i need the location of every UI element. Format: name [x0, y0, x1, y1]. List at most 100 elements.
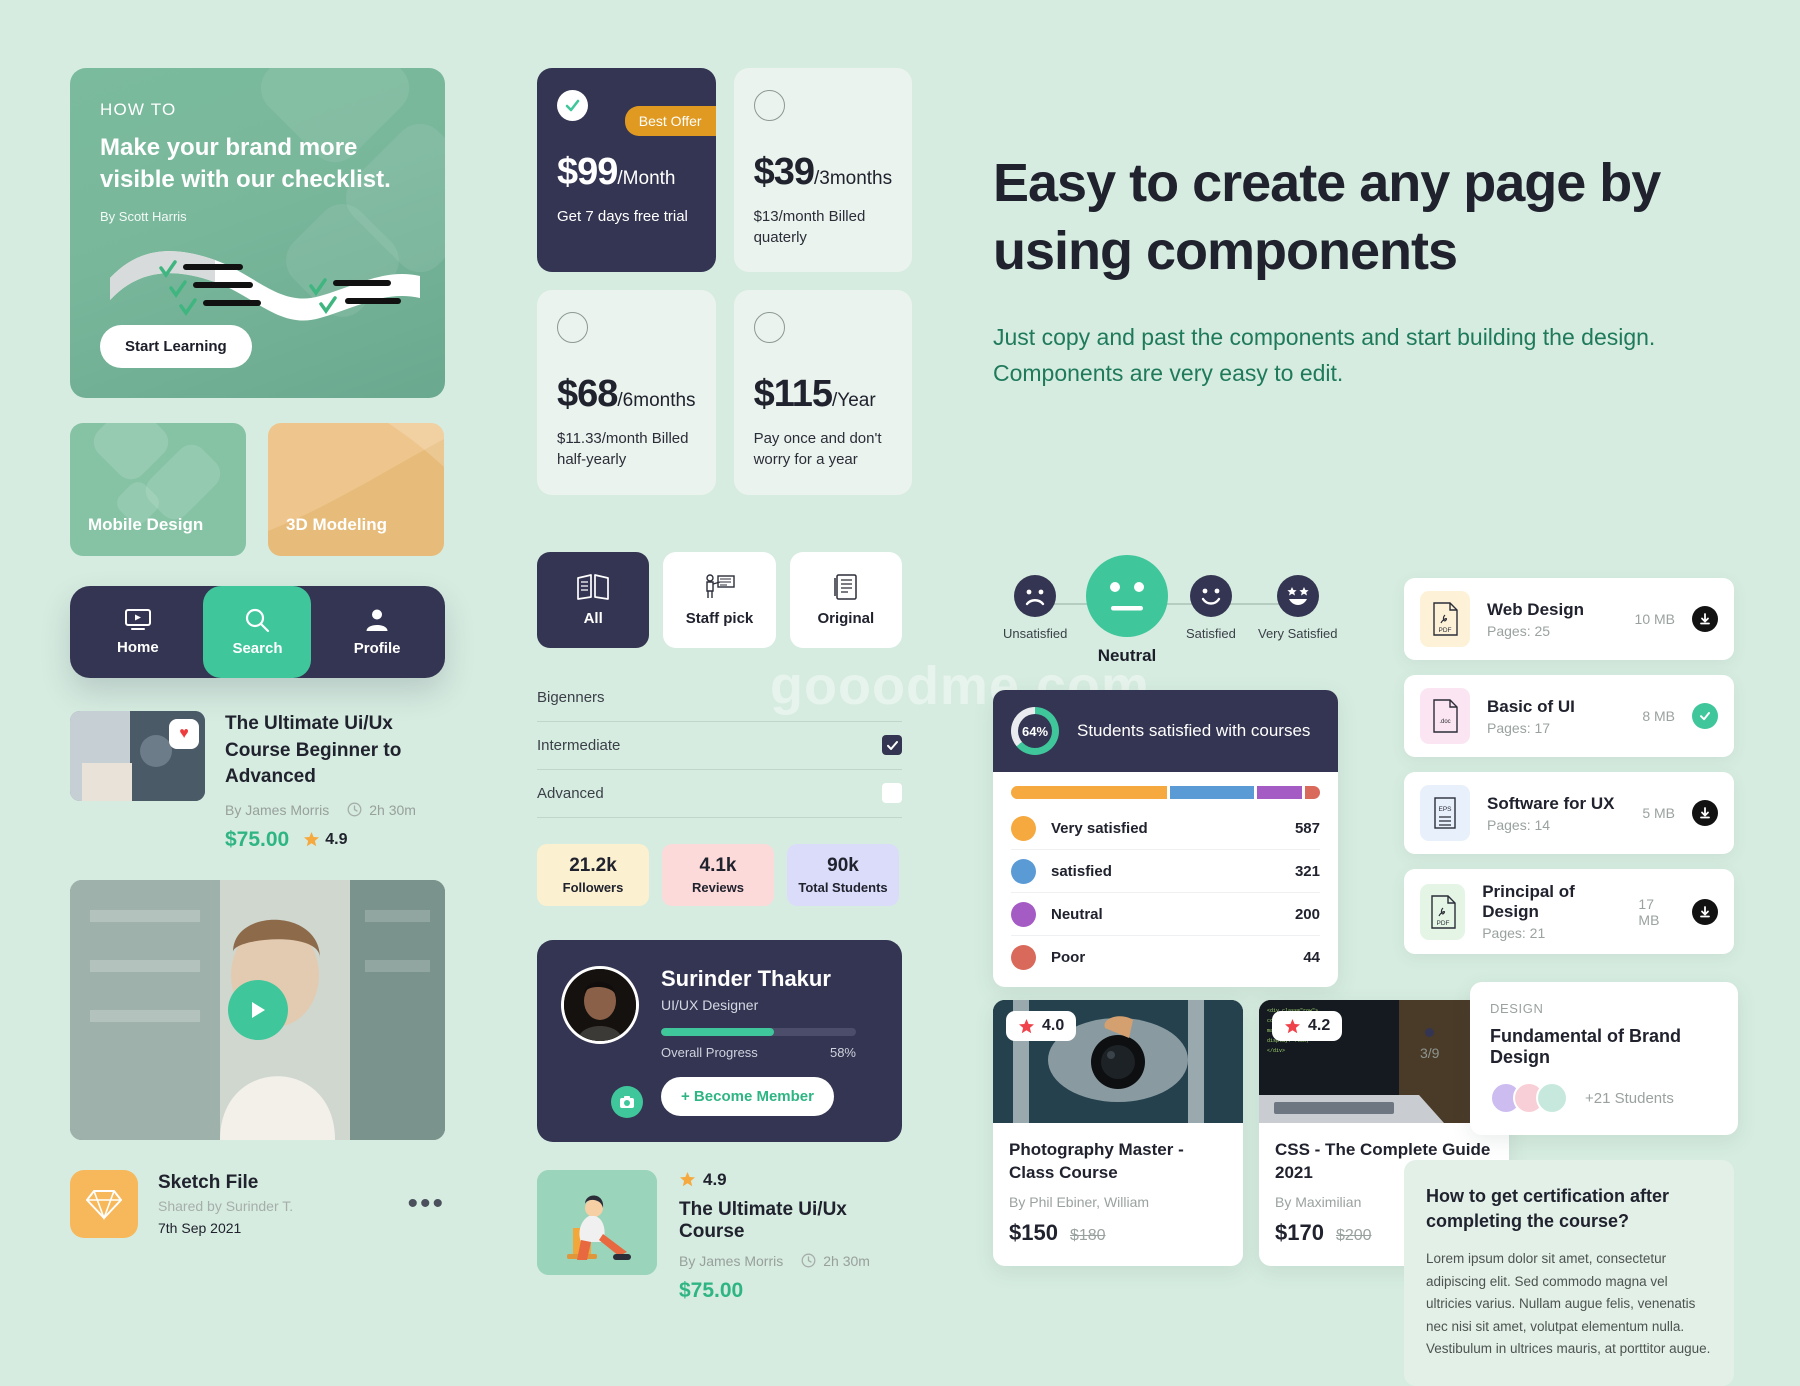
progress-value: 58%	[829, 1044, 856, 1060]
checkbox-intermediate[interactable]	[882, 735, 902, 756]
document-row-basic-of-ui[interactable]: .doc Basic of UI Pages: 17 8 MB	[1404, 675, 1734, 757]
smiley-very-satisfied[interactable]: Very Satisfied	[1258, 575, 1338, 641]
search-icon	[246, 608, 270, 633]
svg-text:</div>: </div>	[1267, 1048, 1285, 1054]
download-icon[interactable]	[1692, 898, 1718, 925]
document-size: 10 MB	[1634, 611, 1675, 627]
tab-original[interactable]: Original	[789, 551, 902, 648]
course-card-rating: 4.2	[1272, 1011, 1343, 1041]
svg-text:PDF: PDF	[1436, 920, 1449, 927]
filter-row-intermediate[interactable]: Intermediate	[537, 722, 902, 770]
change-photo-button[interactable]	[611, 1085, 643, 1118]
avatar-photo	[564, 968, 636, 1041]
price-card-3months[interactable]: $39/3months $13/month Billed quaterly	[733, 68, 913, 273]
row-value: 44	[1303, 949, 1320, 966]
download-icon[interactable]	[1692, 606, 1718, 632]
stat-label: Followers	[562, 879, 624, 895]
smiley-satisfied[interactable]: Satisfied	[1186, 575, 1236, 641]
checkbox-advanced[interactable]	[882, 783, 902, 804]
course-list-item[interactable]: ♥ The Ultimate Ui/Ux Course Beginner to …	[70, 711, 445, 852]
download-glyph	[1700, 807, 1710, 819]
document-info: Software for UX Pages: 14	[1487, 794, 1615, 833]
price-unit: /Month	[617, 168, 676, 189]
stat-total-students: 90k Total Students	[787, 843, 899, 906]
tab-label: Staff pick	[685, 609, 754, 627]
mini-course-meta: By James Morris 2h 30m	[679, 1253, 902, 1269]
percent-value: 64%	[1018, 714, 1052, 748]
course-card-photography[interactable]: 4.0 Photography Master - Class Course By…	[993, 1000, 1243, 1266]
eps-glyph: EPS	[1434, 797, 1456, 829]
nav-item-home[interactable]: Home	[84, 586, 192, 678]
tile-3d-modeling[interactable]: 3D Modeling	[268, 423, 444, 556]
start-learning-button[interactable]: Start Learning	[100, 325, 252, 368]
download-icon[interactable]	[1692, 800, 1718, 826]
segmented-control: All Staff pick Original	[537, 551, 902, 648]
mini-course-author: By James Morris	[679, 1252, 784, 1269]
price-note: Pay once and don't worry for a year	[753, 430, 882, 469]
hero-card[interactable]: HOW TO Make your brand more visible with…	[70, 68, 445, 398]
avatar-group	[1490, 1082, 1568, 1114]
tab-staff-pick[interactable]: Staff pick	[663, 551, 776, 648]
file-overflow-menu-icon[interactable]: •••	[407, 1188, 445, 1218]
tile-label: 3D Modeling	[286, 515, 388, 535]
mini-course-rating-value: 4.9	[703, 1169, 727, 1189]
frown-glyph	[1025, 589, 1045, 606]
faq-card: How to get certification after completin…	[1404, 1160, 1734, 1386]
frown-icon	[1014, 575, 1057, 617]
video-card[interactable]	[70, 879, 445, 1140]
course-card-title: Photography Master - Class Course	[1009, 1140, 1184, 1183]
star-eyes-glyph	[1287, 587, 1309, 605]
column-middle: Best Offer $99/Month Get 7 days free tri…	[537, 68, 913, 1303]
stat-cards: 21.2k Followers 4.1k Reviews 90k Total S…	[537, 843, 902, 906]
play-button[interactable]	[227, 979, 288, 1040]
mini-duration-wrap: 2h 30m	[801, 1253, 870, 1269]
course-info: The Ultimate Ui/Ux Course Beginner to Ad…	[225, 711, 445, 852]
sketch-file-row[interactable]: Sketch File Shared by Surinder T. 7th Se…	[70, 1169, 445, 1238]
price-radio-selected[interactable]	[557, 90, 588, 121]
brand-design-card[interactable]: DESIGN Fundamental of Brand Design +21 S…	[1470, 982, 1738, 1135]
mini-course-item[interactable]: 4.9 The Ultimate Ui/Ux Course By James M…	[537, 1169, 902, 1303]
check-glyph	[1700, 712, 1710, 721]
become-member-button[interactable]: + Become Member	[661, 1076, 834, 1116]
price-card-monthly[interactable]: Best Offer $99/Month Get 7 days free tri…	[537, 68, 716, 273]
filter-row-advanced[interactable]: Advanced	[537, 770, 902, 818]
document-name: Software for UX	[1487, 793, 1615, 813]
price-note: $11.33/month Billed half-yearly	[557, 430, 689, 469]
course-card-old-price: $200	[1335, 1226, 1372, 1244]
price-radio[interactable]	[753, 90, 785, 121]
course-card-price: $170	[1275, 1219, 1324, 1245]
pager-dot[interactable]	[1425, 1028, 1435, 1037]
price-radio[interactable]	[753, 312, 785, 344]
bar-segment-poor	[1305, 786, 1320, 799]
smiley-neutral[interactable]: Neutral	[1086, 555, 1168, 666]
filter-row-beginners[interactable]: Bigenners	[537, 674, 902, 722]
course-thumbnail: ♥	[70, 711, 205, 801]
price-amount: $99/Month	[557, 151, 696, 194]
tab-all[interactable]: All	[537, 551, 650, 648]
check-icon[interactable]	[1692, 703, 1718, 729]
price-card-6months[interactable]: $68/6months $11.33/month Billed half-yea…	[537, 290, 716, 495]
document-size: 5 MB	[1642, 805, 1675, 821]
star-icon	[304, 832, 320, 847]
document-row-principal-of-design[interactable]: PDF Principal of Design Pages: 21 17 MB	[1404, 869, 1734, 954]
document-row-software-for-ux[interactable]: EPS Software for UX Pages: 14 5 MB	[1404, 772, 1734, 854]
nav-item-search[interactable]: Search	[203, 586, 312, 678]
price-radio[interactable]	[557, 312, 588, 344]
row-label: Neutral	[1051, 905, 1103, 923]
price-card-yearly[interactable]: $115/Year Pay once and don't worry for a…	[733, 290, 913, 495]
check-icon	[565, 99, 580, 112]
price-unit: /Year	[832, 390, 876, 412]
documents-list: PDF Web Design Pages: 25 10 MB .doc Basi…	[1404, 578, 1734, 969]
favorite-heart-icon[interactable]: ♥	[169, 719, 199, 749]
mini-course-title: The Ultimate Ui/Ux Course	[679, 1198, 847, 1242]
tab-label: Original	[817, 609, 875, 627]
tile-mobile-design[interactable]: Mobile Design	[70, 423, 246, 556]
document-row-web-design[interactable]: PDF Web Design Pages: 25 10 MB	[1404, 578, 1734, 660]
row-label: Very satisfied	[1051, 819, 1148, 837]
stat-reviews: 4.1k Reviews	[662, 843, 774, 906]
svg-text:.doc: .doc	[1439, 719, 1450, 725]
document-pages: Pages: 17	[1487, 719, 1551, 736]
avatar	[1536, 1082, 1568, 1114]
smiley-unsatisfied[interactable]: Unsatisfied	[1003, 575, 1067, 641]
nav-item-profile[interactable]: Profile	[323, 586, 431, 678]
